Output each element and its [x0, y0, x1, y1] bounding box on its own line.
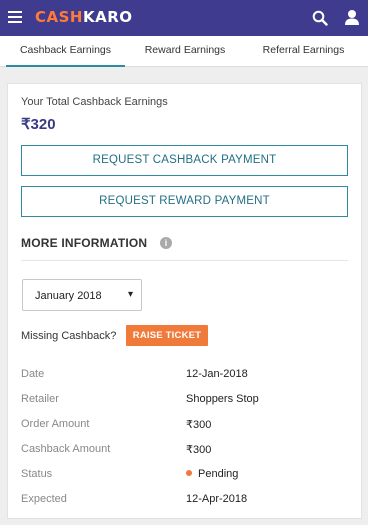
cashback-amount-value: ₹300	[186, 444, 212, 456]
user-icon[interactable]	[344, 9, 360, 26]
top-app-bar: CASHKARO	[0, 0, 368, 36]
total-earnings-label: Your Total Cashback Earnings	[21, 96, 168, 108]
cashback-earnings-card: Your Total Cashback Earnings ₹320 REQUES…	[7, 83, 362, 519]
status-value: Pending	[186, 468, 238, 480]
request-reward-payment-button[interactable]: REQUEST REWARD PAYMENT	[21, 186, 348, 217]
order-amount-value: ₹300	[186, 419, 212, 431]
more-information-heading: MORE INFORMATION	[21, 236, 148, 250]
expected-label: Expected	[21, 493, 67, 505]
tab-referral-earnings[interactable]: Referral Earnings	[245, 36, 362, 67]
cashkaro-logo[interactable]: CASHKARO	[35, 8, 133, 26]
date-label: Date	[21, 368, 45, 380]
total-earnings-amount: ₹320	[21, 116, 56, 133]
missing-cashback-label: Missing Cashback?	[21, 330, 117, 342]
request-cashback-payment-button[interactable]: REQUEST CASHBACK PAYMENT	[21, 145, 348, 176]
order-amount-label: Order Amount	[21, 418, 90, 430]
search-icon[interactable]	[312, 10, 328, 26]
month-select[interactable]: January 2018 ▾	[22, 279, 142, 311]
cashback-amount-label: Cashback Amount	[21, 443, 111, 455]
tab-cashback-earnings[interactable]: Cashback Earnings	[6, 36, 125, 67]
status-label: Status	[21, 468, 53, 480]
status-dot-icon	[186, 470, 192, 476]
expected-value: 12-Apr-2018	[186, 493, 248, 505]
section-divider	[21, 260, 348, 261]
chevron-down-icon: ▾	[127, 289, 133, 300]
status-text: Pending	[198, 468, 239, 480]
raise-ticket-button[interactable]: RAISE TICKET	[126, 325, 208, 346]
hamburger-menu-icon[interactable]	[8, 11, 22, 23]
earnings-tabs: Cashback Earnings Reward Earnings Referr…	[0, 36, 368, 67]
retailer-label: Retailer	[21, 393, 59, 405]
info-icon[interactable]: i	[160, 237, 172, 249]
retailer-value: Shoppers Stop	[186, 393, 259, 405]
date-value: 12-Jan-2018	[186, 368, 248, 380]
tab-reward-earnings[interactable]: Reward Earnings	[125, 36, 245, 67]
month-select-value: January 2018	[35, 290, 102, 302]
